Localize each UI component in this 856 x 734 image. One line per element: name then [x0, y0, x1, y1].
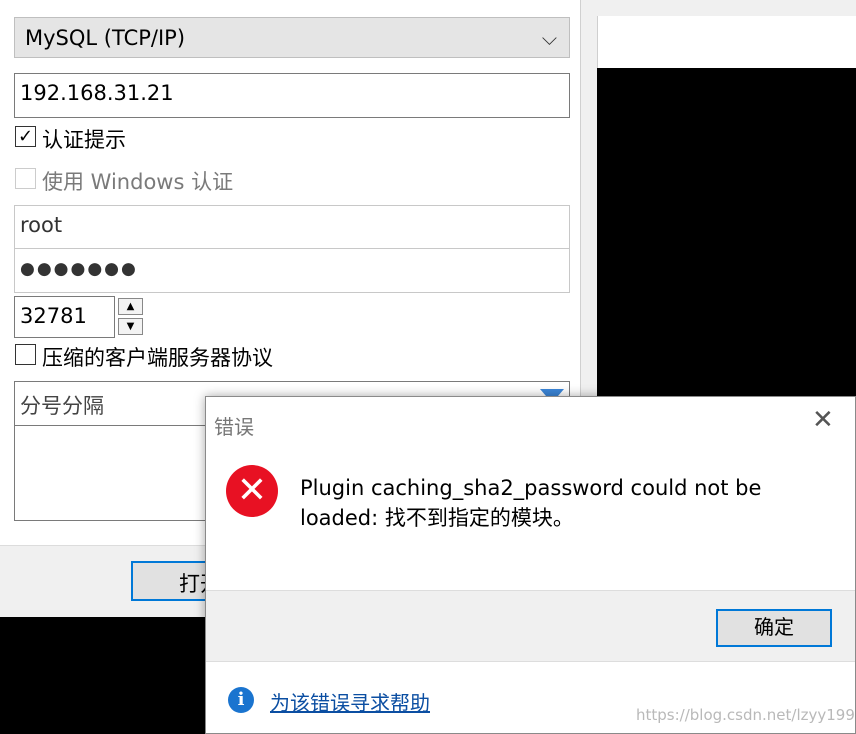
compress-label: 压缩的客户端服务器协议: [42, 346, 273, 370]
background-window-titlebar: [580, 0, 856, 16]
error-message-line2: loaded: 找不到指定的模块。: [300, 506, 574, 530]
host-input[interactable]: 192.168.31.21: [14, 73, 570, 118]
error-message: Plugin caching_sha2_password could not b…: [300, 473, 830, 533]
databases-placeholder: 分号分隔: [20, 394, 104, 418]
compress-checkbox[interactable]: [15, 344, 36, 365]
divider: [206, 661, 855, 662]
windows-auth-checkbox[interactable]: [15, 168, 36, 189]
port-down-button[interactable]: ▼: [118, 318, 143, 335]
dialog-title: 错误: [214, 415, 254, 439]
port-up-button[interactable]: ▲: [118, 298, 143, 315]
user-input[interactable]: root: [14, 205, 570, 249]
help-link[interactable]: 为该错误寻求帮助: [270, 687, 430, 716]
watermark: https://blog.csdn.net/lzyy1992: [636, 706, 856, 724]
close-icon[interactable]: ✕: [812, 405, 834, 435]
background-window-toolbar: [597, 16, 856, 68]
password-input[interactable]: ●●●●●●●: [14, 249, 570, 293]
ok-button[interactable]: 确定: [716, 609, 832, 647]
port-value: 32781: [20, 304, 87, 328]
info-icon: i: [228, 687, 254, 713]
network-type-select[interactable]: MySQL (TCP/IP) ⌵: [14, 17, 570, 58]
user-value: root: [20, 213, 63, 237]
error-message-line1: Plugin caching_sha2_password could not b…: [300, 476, 762, 500]
port-input[interactable]: 32781: [14, 296, 115, 338]
error-dialog: 错误 ✕ ✕ Plugin caching_sha2_password coul…: [205, 396, 856, 734]
password-mask: ●●●●●●●: [20, 259, 138, 279]
auth-prompt-label: 认证提示: [42, 128, 126, 152]
ok-button-label: 确定: [754, 615, 794, 639]
windows-auth-label: 使用 Windows 认证: [42, 170, 234, 194]
error-x-icon: ✕: [226, 465, 278, 517]
host-value: 192.168.31.21: [20, 81, 174, 105]
network-type-value: MySQL (TCP/IP): [25, 26, 186, 50]
auth-prompt-checkbox[interactable]: ✓: [15, 126, 36, 147]
background-area: [0, 617, 210, 734]
chevron-down-icon: ⌵: [541, 26, 557, 50]
